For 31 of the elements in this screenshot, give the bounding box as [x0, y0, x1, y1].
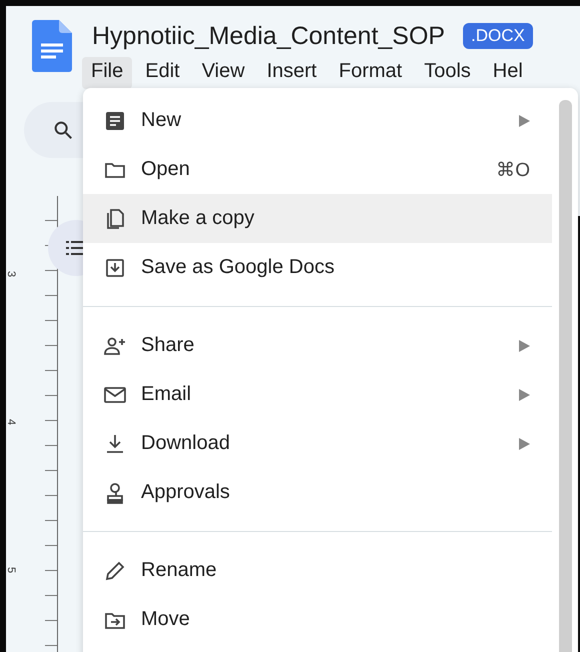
menu-item[interactable]: Approvals	[83, 468, 552, 517]
menu-bar-item[interactable]: Tools	[415, 57, 480, 89]
menu-bar-item[interactable]: View	[192, 57, 254, 89]
shortcut-text: ⌘O	[496, 158, 530, 182]
menu-bar-item[interactable]: File	[82, 57, 132, 89]
menu-item[interactable]: Open ⌘O	[83, 145, 552, 194]
scrollbar[interactable]	[559, 100, 572, 652]
ruler-number: 4	[6, 418, 18, 426]
document-title[interactable]: Hypnotiic_Media_Content_SOP	[92, 22, 445, 50]
file-type-badge: .DOCX	[462, 23, 533, 49]
menu-item[interactable]: Share	[83, 321, 552, 370]
ruler-number: 3	[6, 270, 18, 278]
docs-logo-icon[interactable]	[32, 20, 72, 72]
submenu-arrow-icon	[518, 340, 530, 352]
submenu-arrow-icon	[518, 388, 530, 400]
menu-bar-item[interactable]: Format	[330, 57, 412, 89]
menu-item[interactable]: Save as Google Docs	[83, 243, 552, 292]
menu-item[interactable]: Download	[83, 419, 552, 468]
menu-bar-item[interactable]: Insert	[258, 57, 326, 89]
menu-bar-item[interactable]: Edit	[136, 57, 189, 89]
submenu-arrow-icon	[518, 438, 530, 450]
search-icon	[52, 119, 74, 141]
submenu-arrow-icon	[518, 114, 530, 126]
list-icon	[66, 240, 86, 256]
menu-item[interactable]: Make a copy	[83, 194, 552, 243]
menu-item[interactable]: Move	[83, 595, 552, 644]
menu-item[interactable]: Rename	[83, 546, 552, 595]
menu-item[interactable]: Email	[83, 370, 552, 419]
menu-item[interactable]: New	[83, 96, 552, 145]
menu-bar-item[interactable]: Hel	[484, 57, 532, 89]
ruler-number: 5	[6, 566, 18, 574]
